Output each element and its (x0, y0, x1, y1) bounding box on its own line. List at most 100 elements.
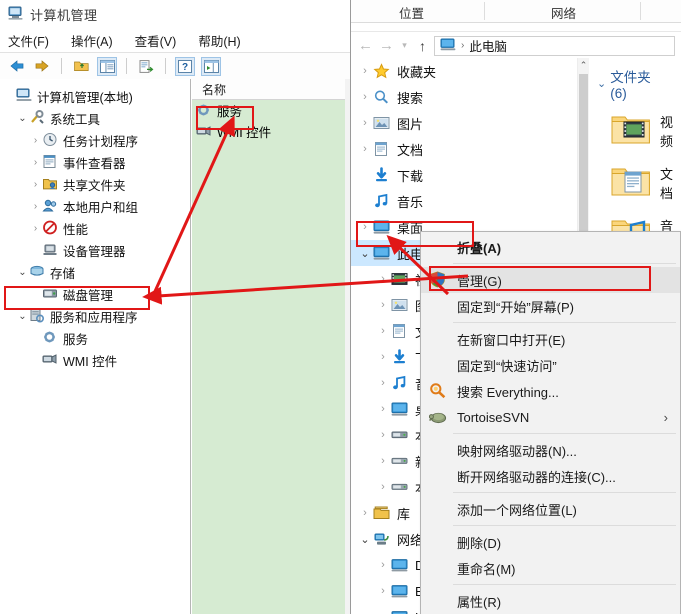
tree-expander-icon[interactable]: ⌄ (16, 113, 29, 124)
tree-expander-icon[interactable]: › (375, 481, 391, 493)
back-arrow-icon[interactable]: ← (356, 36, 375, 55)
collapse-chevron-icon[interactable]: ⌄ (597, 77, 606, 90)
explorer-tree-item-0[interactable]: › 收藏夹 (351, 58, 577, 84)
address-bar[interactable]: › 此电脑 (434, 35, 675, 56)
computer-management-icon (8, 6, 23, 23)
cm-tree-item-11[interactable]: 服务 (0, 327, 190, 349)
explorer-tree-item-2[interactable]: › 图片 (351, 110, 577, 136)
cm-tree-item-7[interactable]: 设备管理器 (0, 239, 190, 261)
tree-expander-icon[interactable]: › (29, 179, 42, 190)
submenu-chevron-icon[interactable]: › (664, 410, 680, 425)
documents-folder-icon (611, 165, 651, 201)
result-list-item-0[interactable]: 服务 (192, 100, 350, 121)
folders-group-header[interactable]: ⌄ 文件夹 (6) (589, 58, 681, 105)
tree-expander-icon[interactable]: › (375, 585, 391, 597)
context-menu-item-11[interactable]: 断开网络驱动器的连接(C)... (421, 463, 680, 489)
folder-item-1[interactable]: 文档 (589, 157, 681, 209)
cm-tree-item-0[interactable]: 计算机管理(本地) (0, 85, 190, 107)
cm-tree-item-3[interactable]: › 事件查看器 (0, 151, 190, 173)
forward-arrow-icon[interactable]: → (377, 36, 396, 55)
tree-expander-icon[interactable]: › (375, 325, 391, 337)
tree-expander-icon[interactable]: › (29, 223, 42, 234)
tree-expander-icon[interactable]: ⌄ (16, 267, 29, 278)
cm-tree-item-12[interactable]: WMI 控件 (0, 349, 190, 371)
drive-icon (391, 453, 409, 470)
pictures-icon (373, 115, 391, 132)
scroll-up-icon[interactable]: ⌃ (578, 60, 589, 71)
tree-expander-icon[interactable]: › (357, 117, 373, 129)
explorer-tree-item-5[interactable]: 音乐 (351, 188, 577, 214)
tree-expander-icon[interactable]: ⌄ (357, 247, 373, 260)
context-menu-item-10[interactable]: 映射网络驱动器(N)... (421, 437, 680, 463)
context-menu-item-8[interactable]: TortoiseSVN › (421, 404, 680, 430)
tree-expander-icon[interactable]: › (357, 507, 373, 519)
desktop-icon (373, 219, 391, 236)
tree-expander-icon[interactable]: › (375, 377, 391, 389)
tab-network[interactable]: 网络 (551, 3, 576, 22)
export-list-icon[interactable] (136, 57, 156, 76)
forward-icon[interactable] (32, 57, 52, 76)
cm-tree-item-1[interactable]: ⌄ 系统工具 (0, 107, 190, 129)
menu-file[interactable]: 文件(F) (8, 31, 49, 50)
tree-expander-icon[interactable]: › (375, 351, 391, 363)
context-menu-item-15[interactable]: 删除(D) (421, 529, 680, 555)
folder-item-0[interactable]: 视频 (589, 105, 681, 157)
explorer-tree-item-3[interactable]: › 文档 (351, 136, 577, 162)
tree-expander-icon[interactable]: › (375, 273, 391, 285)
up-folder-icon[interactable] (71, 57, 91, 76)
result-column-header-name[interactable]: 名称 (192, 79, 350, 100)
context-menu-item-3[interactable]: 固定到“开始”屏幕(P) (421, 293, 680, 319)
up-arrow-icon[interactable]: ↑ (413, 36, 432, 55)
tree-expander-icon[interactable]: › (357, 65, 373, 77)
tree-expander-icon[interactable]: › (375, 299, 391, 311)
context-menu-item-13[interactable]: 添加一个网络位置(L) (421, 496, 680, 522)
help-icon[interactable]: ? (175, 56, 195, 76)
tree-expander-icon[interactable]: › (357, 221, 373, 233)
tree-expander-icon[interactable]: › (375, 455, 391, 467)
cm-tree-item-8[interactable]: ⌄ 存储 (0, 261, 190, 283)
tree-expander-icon[interactable]: › (357, 143, 373, 155)
explorer-tree-item-1[interactable]: › 搜索 (351, 84, 577, 110)
breadcrumb-this-pc[interactable]: 此电脑 (469, 36, 507, 55)
cm-tree-item-10[interactable]: ⌄ 服务和应用程序 (0, 305, 190, 327)
tab-location[interactable]: 位置 (399, 3, 424, 22)
back-icon[interactable] (6, 57, 26, 76)
explorer-ribbon-tabs: 位置 网络 (351, 0, 681, 23)
cm-tree-item-2[interactable]: › 任务计划程序 (0, 129, 190, 151)
cm-tree-item-6[interactable]: › 性能 (0, 217, 190, 239)
this-pc-icon (440, 38, 456, 54)
context-menu-icon-slot (429, 559, 449, 577)
tree-expander-icon[interactable]: › (375, 559, 391, 571)
tree-expander-icon[interactable]: › (29, 157, 42, 168)
context-menu-item-16[interactable]: 重命名(M) (421, 555, 680, 581)
tree-expander-icon[interactable]: ⌄ (16, 311, 29, 322)
context-menu-item-6[interactable]: 固定到“快速访问” (421, 352, 680, 378)
result-list-item-label: WMI 控件 (217, 126, 272, 140)
tree-expander-icon[interactable]: › (375, 429, 391, 441)
context-menu-item-18[interactable]: 属性(R) (421, 588, 680, 614)
recent-locations-icon[interactable]: ▾ (398, 36, 411, 55)
tree-expander-icon[interactable]: ⌄ (357, 533, 373, 546)
context-menu-item-label: 映射网络驱动器(N)... (457, 443, 577, 459)
result-list-item-1[interactable]: WMI 控件 (192, 121, 350, 142)
menu-view[interactable]: 查看(V) (135, 31, 177, 50)
tree-expander-icon[interactable]: › (375, 403, 391, 415)
cm-tree-item-9[interactable]: 磁盘管理 (0, 283, 190, 305)
tree-expander-icon[interactable]: › (357, 91, 373, 103)
menu-action[interactable]: 操作(A) (71, 31, 113, 50)
cm-tree-item-5[interactable]: › 本地用户和组 (0, 195, 190, 217)
explorer-tree-item-4[interactable]: 下载 (351, 162, 577, 188)
tree-expander-icon[interactable]: › (29, 135, 42, 146)
context-menu-item-5[interactable]: 在新窗口中打开(E) (421, 326, 680, 352)
context-menu-item-2[interactable]: 管理(G) (421, 267, 680, 293)
context-menu-item-0[interactable]: 折叠(A) (421, 234, 680, 260)
tree-expander-icon[interactable]: › (29, 201, 42, 212)
show-hide-console-tree-icon[interactable] (97, 56, 117, 76)
show-action-pane-icon[interactable] (201, 56, 221, 76)
menu-help[interactable]: 帮助(H) (198, 31, 240, 50)
context-menu-icon-slot (429, 500, 449, 518)
context-menu-item-7[interactable]: 搜索 Everything... (421, 378, 680, 404)
shared-folders-icon (42, 176, 59, 192)
cm-tree-item-4[interactable]: › 共享文件夹 (0, 173, 190, 195)
explorer-tree-item-label: 搜索 (397, 90, 424, 106)
